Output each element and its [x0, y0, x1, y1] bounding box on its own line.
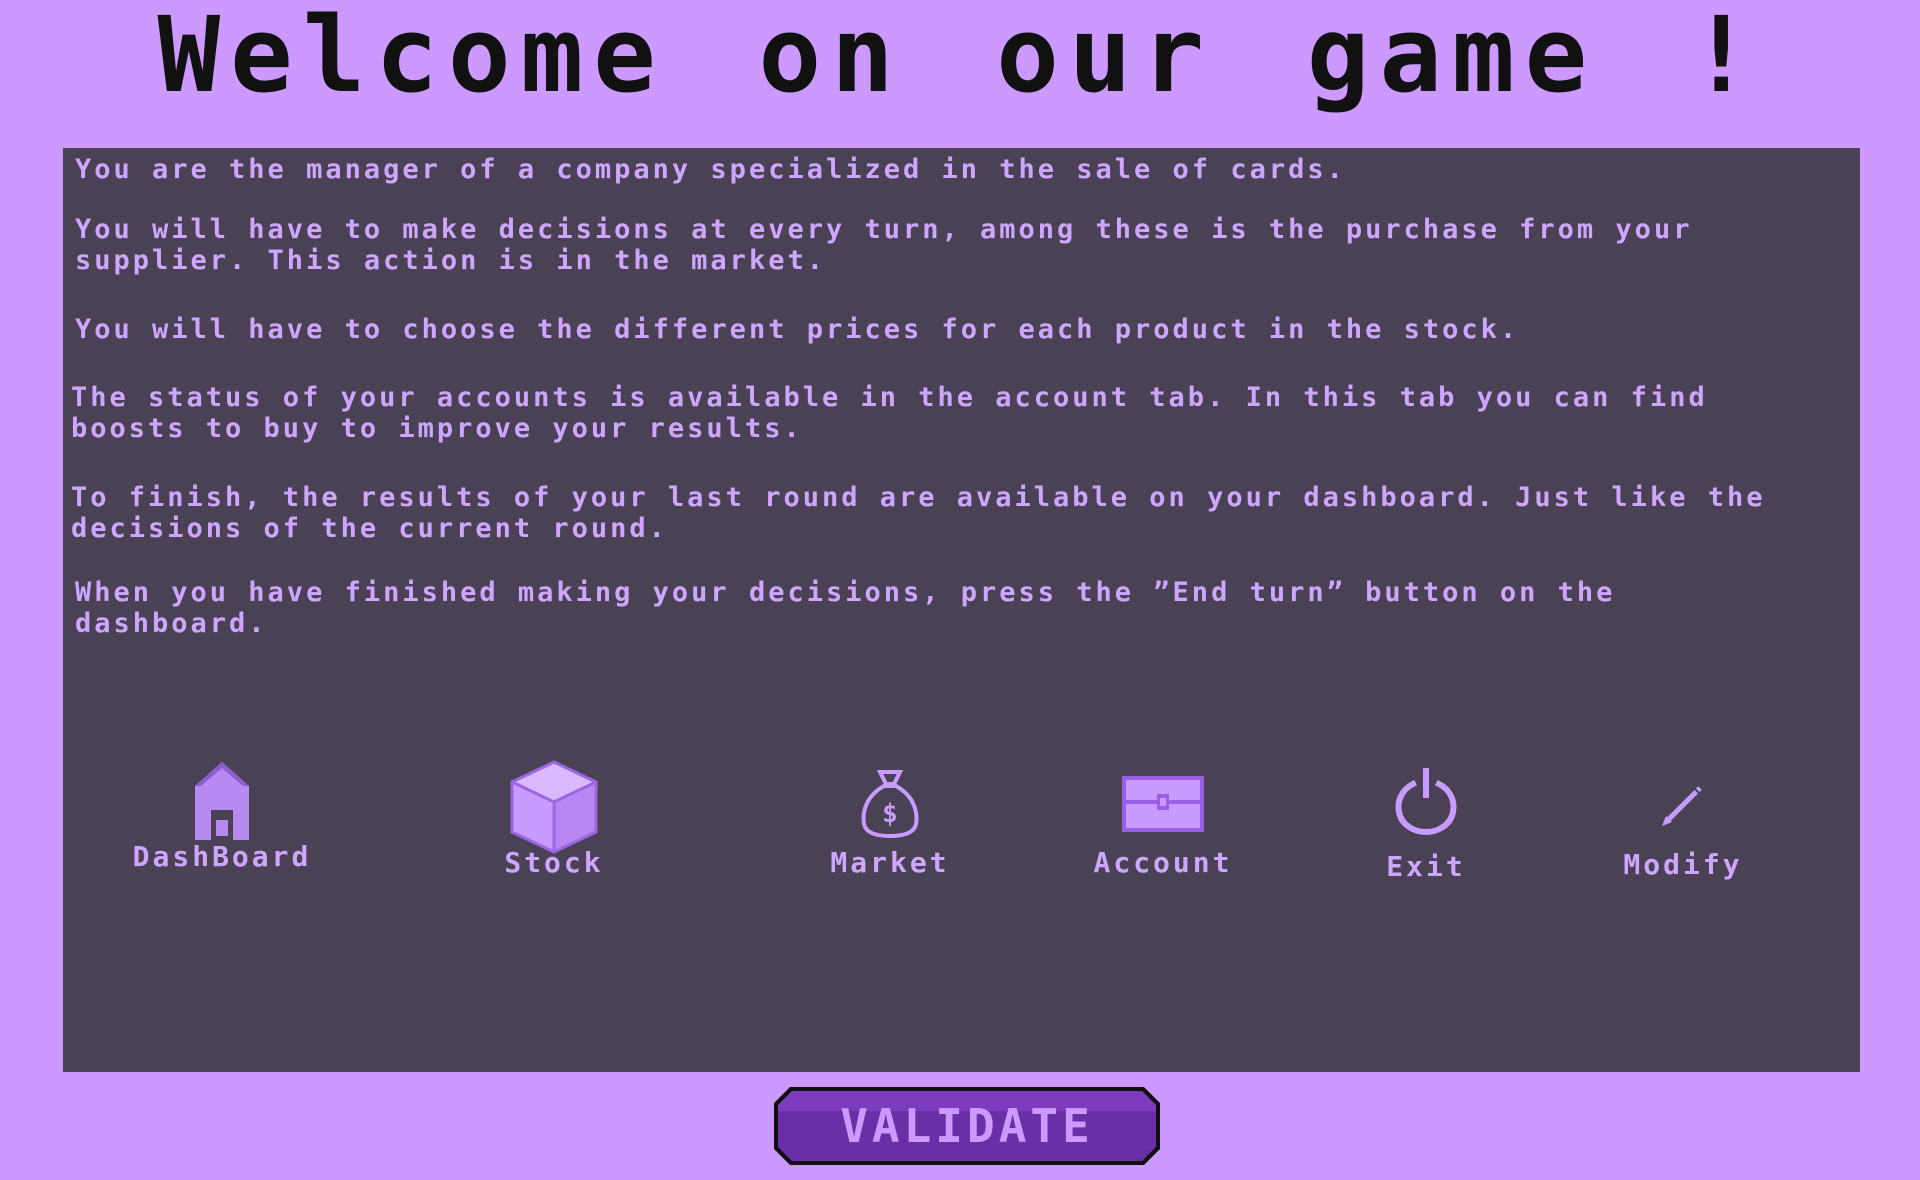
nav-dashboard-button[interactable]: DashBoard: [122, 760, 322, 910]
nav-dashboard-label: DashBoard: [132, 840, 312, 873]
intro-paragraph-dashboard: To finish, the results of your last roun…: [71, 482, 1766, 544]
main-navigation: DashBoard Stock $ Market Account Exit Mo…: [63, 760, 1860, 910]
nav-exit-label: Exit: [1386, 850, 1466, 883]
svg-text:$: $: [882, 799, 898, 829]
intro-paragraph-market: You will have to make decisions at every…: [75, 214, 1693, 276]
nav-stock-label: Stock: [504, 846, 604, 879]
intro-paragraph-stock: You will have to choose the different pr…: [75, 314, 1520, 345]
nav-account-label: Account: [1093, 846, 1233, 879]
pencil-icon: [1662, 786, 1702, 826]
intro-paragraph-account: The status of your accounts is available…: [71, 382, 1708, 444]
power-icon: [1395, 768, 1457, 836]
nav-exit-button[interactable]: Exit: [1326, 760, 1526, 910]
intro-panel: You are the manager of a company special…: [63, 148, 1860, 1072]
validate-button-label: VALIDATE: [840, 1099, 1094, 1153]
nav-modify-label: Modify: [1623, 848, 1743, 881]
money-bag-icon: $: [861, 770, 919, 838]
intro-paragraph-end-turn: When you have finished making your decis…: [75, 577, 1616, 639]
nav-modify-button[interactable]: Modify: [1583, 760, 1783, 910]
box-icon: [510, 760, 598, 854]
validate-button[interactable]: VALIDATE: [772, 1085, 1162, 1167]
intro-paragraph-manager: You are the manager of a company special…: [75, 154, 1346, 185]
chest-icon: [1122, 776, 1204, 832]
page-title: Welcome on our game !: [157, 0, 1763, 116]
house-icon: [195, 762, 249, 840]
nav-market-label: Market: [830, 846, 950, 879]
nav-stock-button[interactable]: Stock: [454, 760, 654, 910]
game-welcome-screen: Welcome on our game ! You are the manage…: [0, 0, 1920, 1180]
nav-market-button[interactable]: $ Market: [790, 760, 990, 910]
nav-account-button[interactable]: Account: [1063, 760, 1263, 910]
